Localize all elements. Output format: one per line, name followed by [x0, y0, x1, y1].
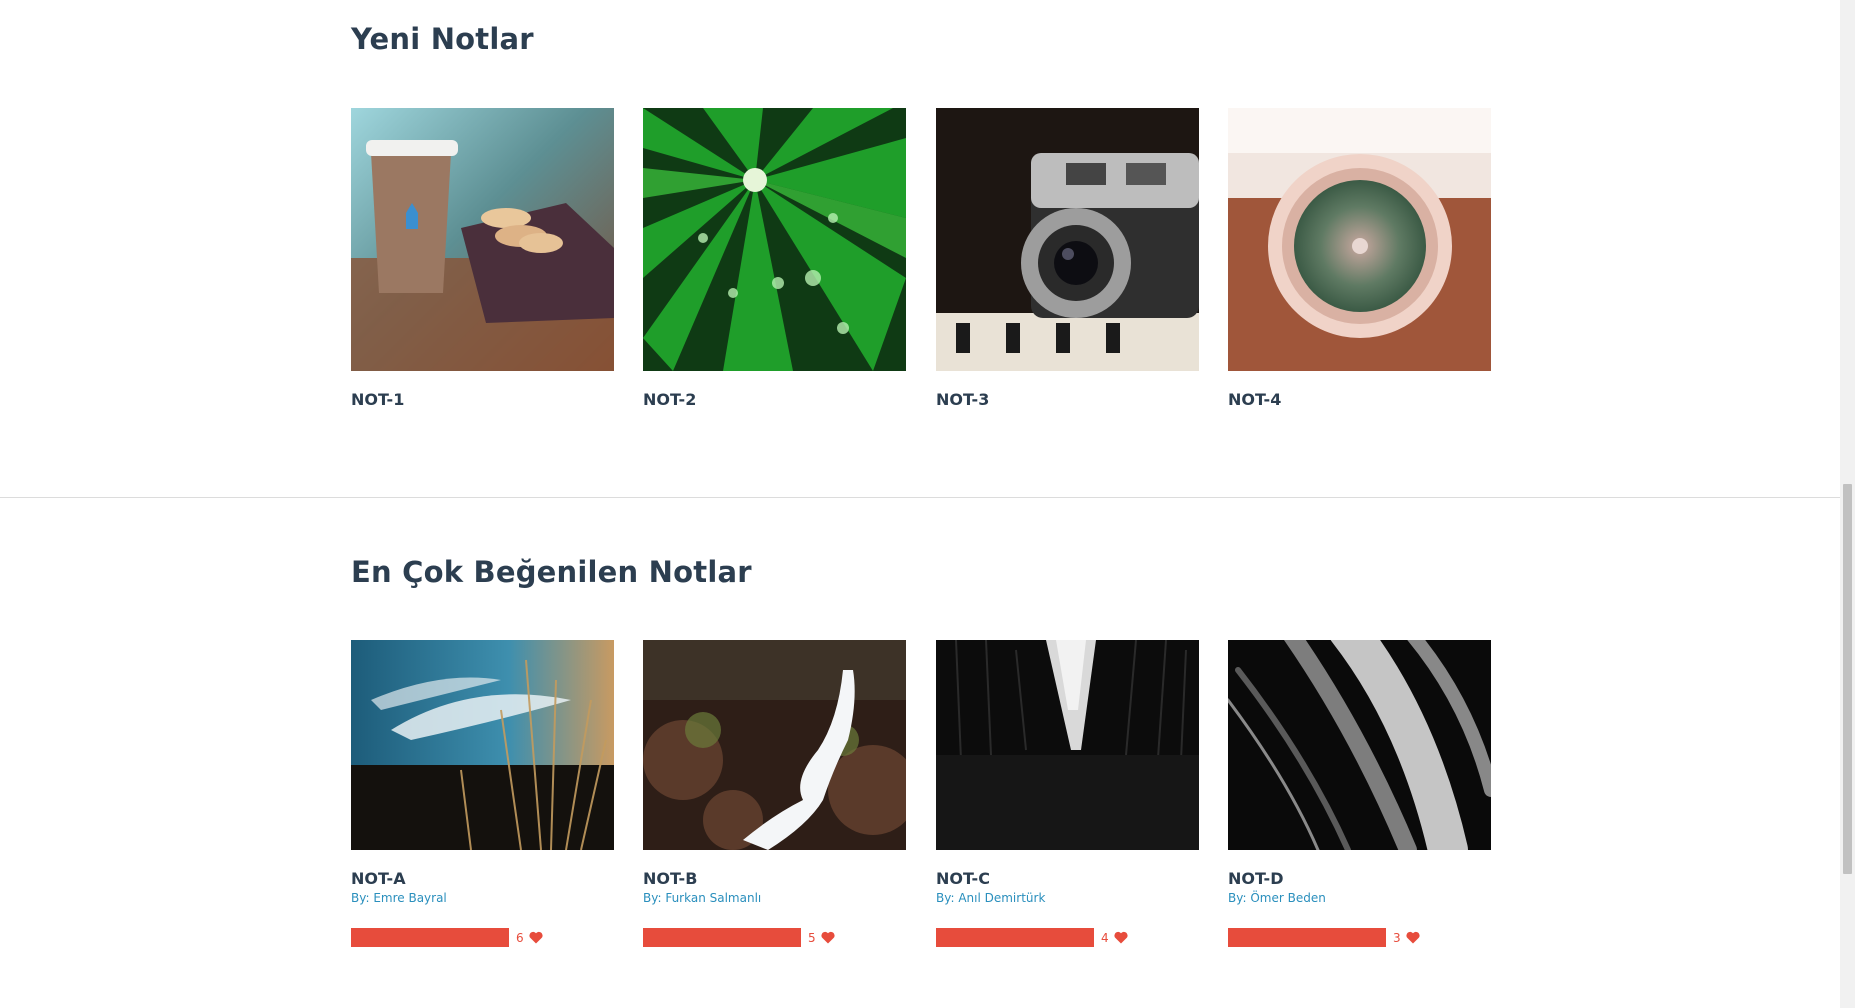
like-count: 6: [516, 930, 524, 945]
section-title-liked-notes: En Çok Beğenilen Notlar: [351, 555, 752, 589]
like-row: 5: [643, 928, 835, 947]
note-image-camera[interactable]: [936, 108, 1199, 371]
like-count: 5: [808, 930, 816, 945]
note-image-cactus[interactable]: [1228, 108, 1491, 371]
like-row: 6: [351, 928, 543, 947]
note-card[interactable]: NOT-4: [1228, 108, 1491, 409]
liked-note-card[interactable]: NOT-C By: Anıl Demirtürk 4: [936, 640, 1199, 947]
note-title[interactable]: NOT-B: [643, 869, 697, 888]
note-image-waterfall[interactable]: [643, 640, 906, 850]
note-author-link[interactable]: By: Furkan Salmanlı: [643, 891, 761, 905]
liked-note-card[interactable]: NOT-D By: Ömer Beden 3: [1228, 640, 1491, 947]
note-card[interactable]: NOT-3: [936, 108, 1199, 409]
note-image-sky[interactable]: [351, 640, 614, 850]
note-author-link[interactable]: By: Emre Bayral: [351, 891, 447, 905]
heart-icon[interactable]: [1114, 931, 1128, 944]
note-image-coffee[interactable]: [351, 108, 614, 371]
liked-note-card[interactable]: NOT-B By: Furkan Salmanlı 5: [643, 640, 906, 947]
like-row: 4: [936, 928, 1128, 947]
note-card[interactable]: NOT-1: [351, 108, 614, 409]
note-title[interactable]: NOT-C: [936, 869, 990, 888]
page: Yeni Notlar NOT-1 NOT-2 NOT-3 NOT-4 En Ç…: [0, 0, 1840, 1008]
note-image-leaf[interactable]: [643, 108, 906, 371]
like-bar: [1228, 928, 1386, 947]
note-title[interactable]: NOT-3: [936, 390, 989, 409]
like-bar: [351, 928, 509, 947]
like-count: 4: [1101, 930, 1109, 945]
scrollbar-thumb[interactable]: [1843, 484, 1852, 874]
like-count: 3: [1393, 930, 1401, 945]
note-title[interactable]: NOT-2: [643, 390, 696, 409]
note-title[interactable]: NOT-D: [1228, 869, 1283, 888]
section-title-new-notes: Yeni Notlar: [351, 22, 534, 56]
like-bar: [643, 928, 801, 947]
note-title[interactable]: NOT-1: [351, 390, 404, 409]
note-card[interactable]: NOT-2: [643, 108, 906, 409]
like-row: 3: [1228, 928, 1420, 947]
liked-note-card[interactable]: NOT-A By: Emre Bayral 6: [351, 640, 614, 947]
note-author-link[interactable]: By: Anıl Demirtürk: [936, 891, 1045, 905]
heart-icon[interactable]: [1406, 931, 1420, 944]
note-author-link[interactable]: By: Ömer Beden: [1228, 891, 1326, 905]
note-image-abstract[interactable]: [1228, 640, 1491, 850]
vertical-scrollbar[interactable]: [1840, 0, 1855, 1008]
note-image-trees[interactable]: [936, 640, 1199, 850]
like-bar: [936, 928, 1094, 947]
heart-icon[interactable]: [529, 931, 543, 944]
note-title[interactable]: NOT-4: [1228, 390, 1281, 409]
note-title[interactable]: NOT-A: [351, 869, 406, 888]
heart-icon[interactable]: [821, 931, 835, 944]
section-divider: [0, 497, 1840, 498]
